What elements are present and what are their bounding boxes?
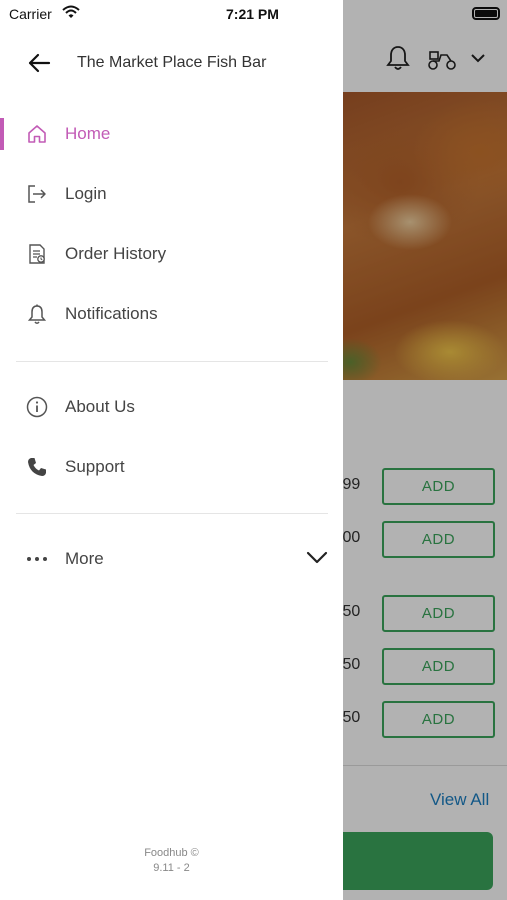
order-history-icon (29, 244, 45, 264)
restaurant-name: The Market Place Fish Bar (77, 54, 267, 71)
active-indicator (0, 118, 4, 150)
menu-item-label: Home (65, 124, 111, 143)
menu-item-support[interactable]: Support (0, 441, 343, 493)
phone-icon (28, 458, 46, 476)
navigation-drawer: Carrier 7:21 PM The Market Place Fish Ba… (0, 0, 343, 900)
menu-item-login[interactable]: Login (0, 168, 343, 220)
divider (16, 361, 328, 362)
menu-item-label: Support (65, 457, 125, 476)
home-icon (28, 125, 46, 143)
status-time: 7:21 PM (226, 6, 279, 22)
divider (16, 513, 328, 514)
drawer-header: The Market Place Fish Bar (0, 30, 343, 96)
menu-item-home[interactable]: Home (0, 108, 343, 160)
menu-item-label: Order History (65, 244, 167, 263)
carrier-label: Carrier (9, 6, 52, 22)
menu-item-label: More (65, 549, 104, 568)
menu-item-label: About Us (65, 397, 135, 416)
footer-brand: Foodhub © (144, 847, 199, 859)
login-icon (28, 185, 46, 203)
status-bar: Carrier 7:21 PM (0, 0, 343, 28)
menu-item-label: Login (65, 184, 107, 203)
footer-version: 9.11 - 2 (153, 862, 190, 874)
info-icon (26, 396, 48, 418)
app-footer: Foodhub © 9.11 - 2 (0, 846, 343, 876)
menu-item-order-history[interactable]: Order History (0, 228, 343, 280)
chevron-down-icon[interactable] (306, 549, 328, 565)
wifi-icon (62, 5, 80, 18)
more-dots-icon (27, 557, 47, 561)
back-arrow-icon (28, 53, 51, 73)
menu-item-about-us[interactable]: About Us (0, 381, 343, 433)
menu-item-more[interactable]: More (0, 533, 343, 585)
back-button[interactable] (25, 50, 53, 76)
bell-icon (27, 304, 47, 324)
menu-item-notifications[interactable]: Notifications (0, 288, 343, 340)
menu-item-label: Notifications (65, 304, 158, 323)
